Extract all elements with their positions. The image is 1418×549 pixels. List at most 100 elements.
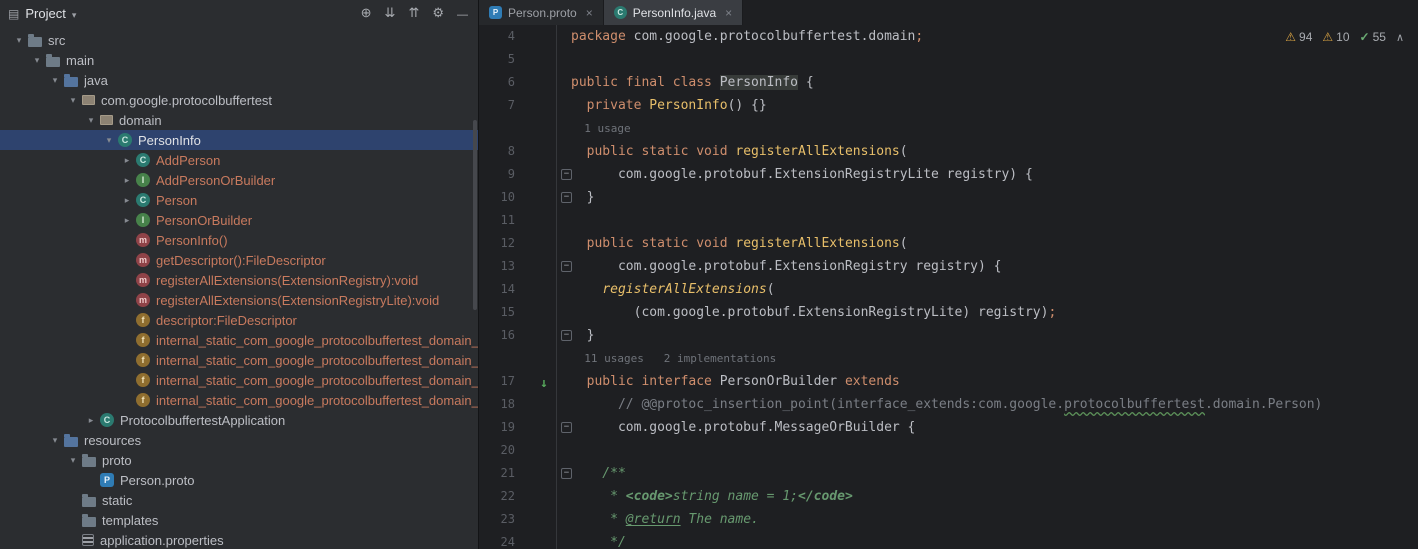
tree-item-src[interactable]: src bbox=[0, 30, 478, 50]
tree-item-personinfo[interactable]: PersonInfo bbox=[0, 130, 478, 150]
chevron-down-icon[interactable] bbox=[100, 135, 118, 146]
code-line[interactable]: 17 public interface PersonOrBuilder exte… bbox=[479, 370, 1418, 393]
tree-item-java[interactable]: java bbox=[0, 70, 478, 90]
gutter[interactable] bbox=[515, 393, 557, 416]
code-text[interactable] bbox=[557, 48, 571, 71]
tree-item-registerallextensions-extensionregistrylite-void[interactable]: registerAllExtensions(ExtensionRegistryL… bbox=[0, 290, 478, 310]
gutter[interactable] bbox=[515, 485, 557, 508]
chevron-down-icon[interactable] bbox=[72, 6, 77, 21]
line-number[interactable]: 24 bbox=[479, 531, 515, 549]
project-scrollbar[interactable] bbox=[473, 120, 477, 310]
gutter[interactable] bbox=[515, 140, 557, 163]
line-number[interactable]: 5 bbox=[479, 48, 515, 71]
gutter[interactable] bbox=[515, 301, 557, 324]
gutter[interactable] bbox=[515, 324, 572, 347]
gutter[interactable] bbox=[515, 531, 557, 549]
code-line[interactable]: 15 (com.google.protobuf.ExtensionRegistr… bbox=[479, 301, 1418, 324]
code-text[interactable] bbox=[557, 439, 571, 462]
tree-item-person[interactable]: Person bbox=[0, 190, 478, 210]
tree-item-static[interactable]: static bbox=[0, 490, 478, 510]
code-line[interactable]: 21 /** bbox=[479, 462, 1418, 485]
tree-item-com-google-protocolbuffertest[interactable]: com.google.protocolbuffertest bbox=[0, 90, 478, 110]
gutter[interactable] bbox=[515, 462, 572, 485]
fold-icon[interactable] bbox=[561, 468, 572, 479]
tab-person-proto[interactable]: Person.proto bbox=[479, 0, 604, 25]
gutter[interactable] bbox=[515, 255, 572, 278]
code-line[interactable]: 12 public static void registerAllExtensi… bbox=[479, 232, 1418, 255]
code-line[interactable]: 5 bbox=[479, 48, 1418, 71]
line-number[interactable]: 18 bbox=[479, 393, 515, 416]
code-line[interactable]: 14 registerAllExtensions( bbox=[479, 278, 1418, 301]
tree-item-internal-static-com-google-protocolbuffertest-domain-ad[interactable]: internal_static_com_google_protocolbuffe… bbox=[0, 350, 478, 370]
code-text[interactable]: (com.google.protobuf.ExtensionRegistryLi… bbox=[557, 301, 1057, 324]
code-line[interactable]: 18 // @@protoc_insertion_point(interface… bbox=[479, 393, 1418, 416]
tree-item-templates[interactable]: templates bbox=[0, 510, 478, 530]
code-text[interactable]: com.google.protobuf.ExtensionRegistry re… bbox=[557, 255, 1002, 278]
gutter[interactable] bbox=[515, 71, 557, 94]
tree-item-person-proto[interactable]: Person.proto bbox=[0, 470, 478, 490]
code-line[interactable]: 9 com.google.protobuf.ExtensionRegistryL… bbox=[479, 163, 1418, 186]
gutter[interactable] bbox=[515, 232, 557, 255]
chevron-down-icon[interactable] bbox=[64, 95, 82, 106]
code-text[interactable]: * <code>string name = 1;</code> bbox=[557, 485, 853, 508]
tree-item-descriptor-filedescriptor[interactable]: descriptor:FileDescriptor bbox=[0, 310, 478, 330]
code-text[interactable]: public final class PersonInfo { bbox=[557, 71, 814, 94]
chevron-down-icon[interactable] bbox=[82, 115, 100, 126]
code-line[interactable]: 10 } bbox=[479, 186, 1418, 209]
code-text[interactable]: public static void registerAllExtensions… bbox=[557, 232, 908, 255]
gutter[interactable] bbox=[515, 48, 557, 71]
fold-icon[interactable] bbox=[561, 261, 572, 272]
chevron-right-icon[interactable] bbox=[118, 215, 136, 226]
gutter[interactable] bbox=[515, 209, 557, 232]
gutter[interactable] bbox=[515, 439, 557, 462]
line-number[interactable]: 23 bbox=[479, 508, 515, 531]
code-text[interactable]: public interface PersonOrBuilder extends bbox=[557, 370, 900, 393]
code-text[interactable]: com.google.protobuf.MessageOrBuilder { bbox=[557, 416, 915, 439]
code-text[interactable]: package com.google.protocolbuffertest.do… bbox=[557, 25, 923, 48]
close-icon[interactable] bbox=[586, 6, 593, 20]
line-number[interactable]: 21 bbox=[479, 462, 515, 485]
tree-item-personinfo-[interactable]: PersonInfo() bbox=[0, 230, 478, 250]
tree-item-main[interactable]: main bbox=[0, 50, 478, 70]
chevron-down-icon[interactable] bbox=[28, 55, 46, 66]
tree-item-addperson[interactable]: AddPerson bbox=[0, 150, 478, 170]
code-text[interactable]: // @@protoc_insertion_point(interface_ex… bbox=[557, 393, 1322, 416]
line-number[interactable]: 9 bbox=[479, 163, 515, 186]
code-line[interactable]: 20 bbox=[479, 439, 1418, 462]
tree-item-application-properties[interactable]: application.properties bbox=[0, 530, 478, 549]
gutter[interactable] bbox=[515, 25, 557, 48]
passed-badge[interactable]: 55 bbox=[1360, 30, 1386, 44]
code-text[interactable]: 11 usages 2 implementations bbox=[557, 347, 776, 370]
code-line[interactable]: 13 com.google.protobuf.ExtensionRegistry… bbox=[479, 255, 1418, 278]
project-title[interactable]: Project bbox=[25, 6, 65, 21]
weak-warnings-badge[interactable]: 10 bbox=[1322, 30, 1349, 44]
code-editor[interactable]: 4 package com.google.protocolbuffertest.d… bbox=[479, 25, 1418, 549]
code-text[interactable]: 1 usage bbox=[557, 117, 630, 140]
chevron-right-icon[interactable] bbox=[82, 415, 100, 426]
fold-icon[interactable] bbox=[561, 169, 572, 180]
line-number[interactable]: 12 bbox=[479, 232, 515, 255]
tree-item-addpersonorbuilder[interactable]: AddPersonOrBuilder bbox=[0, 170, 478, 190]
line-number[interactable]: 10 bbox=[479, 186, 515, 209]
code-line[interactable]: 6 public final class PersonInfo { bbox=[479, 71, 1418, 94]
fold-icon[interactable] bbox=[561, 192, 572, 203]
line-number[interactable]: 14 bbox=[479, 278, 515, 301]
gutter[interactable] bbox=[515, 186, 572, 209]
code-text[interactable]: registerAllExtensions( bbox=[557, 278, 774, 301]
code-line[interactable]: 22 * <code>string name = 1;</code> bbox=[479, 485, 1418, 508]
gutter[interactable] bbox=[515, 508, 557, 531]
code-line[interactable]: 11 bbox=[479, 209, 1418, 232]
tree-item-personorbuilder[interactable]: PersonOrBuilder bbox=[0, 210, 478, 230]
chevron-right-icon[interactable] bbox=[118, 195, 136, 206]
line-number[interactable]: 4 bbox=[479, 25, 515, 48]
code-line[interactable]: 23 * @return The name. bbox=[479, 508, 1418, 531]
tree-item-proto[interactable]: proto bbox=[0, 450, 478, 470]
line-number[interactable]: 15 bbox=[479, 301, 515, 324]
gutter[interactable] bbox=[515, 94, 557, 117]
chevron-down-icon[interactable] bbox=[64, 455, 82, 466]
gutter[interactable] bbox=[515, 278, 557, 301]
line-number[interactable] bbox=[479, 347, 515, 370]
line-number[interactable]: 22 bbox=[479, 485, 515, 508]
chevron-down-icon[interactable] bbox=[46, 75, 64, 86]
gutter[interactable] bbox=[515, 117, 557, 140]
